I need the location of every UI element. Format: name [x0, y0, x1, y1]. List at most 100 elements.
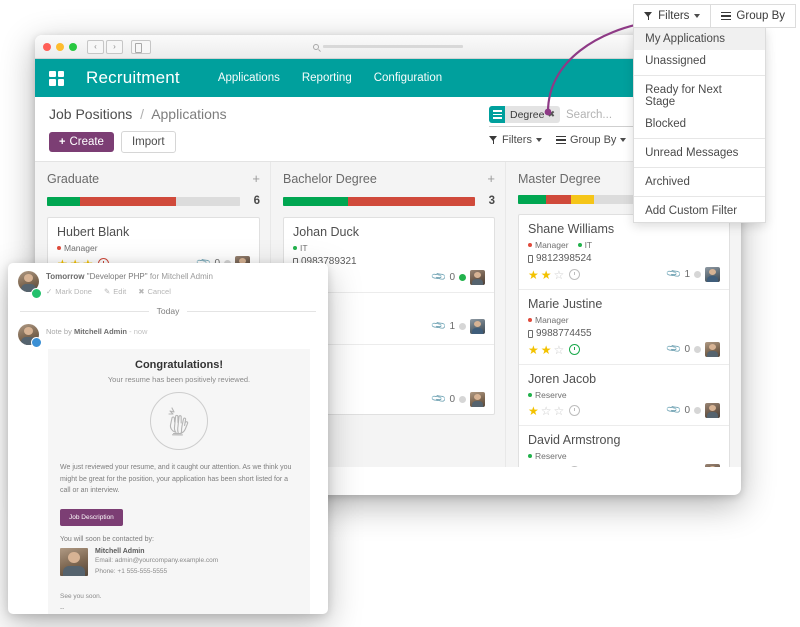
today-divider: Today: [8, 306, 328, 316]
minimize-window-icon[interactable]: [56, 43, 64, 51]
card-rating-stars[interactable]: ★ ★ ☆: [528, 269, 580, 281]
sidebar-toggle-icon[interactable]: [131, 40, 151, 54]
star-icon[interactable]: ★: [528, 344, 539, 356]
kanban-state-dot[interactable]: [694, 346, 701, 353]
star-icon[interactable]: ☆: [554, 466, 565, 468]
avatar[interactable]: [705, 342, 720, 357]
filters-button[interactable]: Filters: [489, 134, 542, 146]
activity-clock-icon[interactable]: [569, 269, 580, 280]
phone-icon: [528, 330, 533, 338]
filter-item-my-applications[interactable]: My Applications: [634, 28, 765, 50]
kanban-progress-bar[interactable]: [47, 197, 240, 206]
edit-activity-button[interactable]: ✎ Edit: [104, 287, 126, 296]
card-phone: 9988774455: [528, 328, 720, 339]
close-window-icon[interactable]: [43, 43, 51, 51]
kanban-card[interactable]: Marie Justine Manager 9988774455 ★: [519, 290, 729, 365]
note-ago: now: [134, 327, 148, 336]
note-meta: Note by Mitchell Admin - now: [46, 324, 147, 345]
kanban-card[interactable]: Joren Jacob Reserve ★ ☆ ☆: [519, 365, 729, 426]
card-rating-stars[interactable]: ★ ☆ ☆: [528, 466, 580, 468]
card-footer: ★ ☆ ☆ 📎 0: [528, 403, 720, 418]
activity-clock-icon[interactable]: [569, 466, 580, 467]
avatar[interactable]: [705, 267, 720, 282]
kanban-progress-bar[interactable]: [283, 197, 475, 206]
search-input[interactable]: Search...: [566, 109, 612, 121]
kanban-state-dot[interactable]: [694, 271, 701, 278]
kanban-state-dot[interactable]: [694, 407, 701, 414]
chatter-note-header: Note by Mitchell Admin - now: [8, 324, 328, 349]
add-record-icon[interactable]: +: [487, 172, 495, 185]
card-tags: Reserve: [528, 451, 720, 461]
avatar[interactable]: [705, 464, 720, 467]
cancel-activity-button[interactable]: ✖ Cancel: [138, 287, 171, 296]
star-icon[interactable]: ☆: [554, 405, 565, 417]
filter-item-unassigned[interactable]: Unassigned: [634, 50, 765, 72]
nav-item-configuration[interactable]: Configuration: [374, 72, 442, 84]
email-signoff: See you soon. -- The HR Team. Discover a…: [60, 591, 298, 614]
card-tags: IT: [293, 243, 485, 253]
card-footer: ★ ☆ ☆ 📎 0: [528, 464, 720, 467]
import-button[interactable]: Import: [121, 131, 176, 153]
avatar[interactable]: [470, 270, 485, 285]
group-by-icon: [489, 106, 505, 123]
kanban-state-dot[interactable]: [459, 274, 466, 281]
star-icon[interactable]: ☆: [541, 466, 552, 468]
menu-separator: [634, 196, 765, 197]
kanban-progress-row: 6: [47, 195, 260, 207]
divider-line: [20, 311, 149, 312]
activity-clock-icon[interactable]: [569, 344, 580, 355]
nav-item-reporting[interactable]: Reporting: [302, 72, 352, 84]
card-attachment-count: 0: [684, 344, 690, 355]
star-icon[interactable]: ★: [541, 269, 552, 281]
search-facet-degree[interactable]: Degree ✖: [489, 106, 560, 123]
filters-button-label: Filters: [502, 134, 532, 146]
card-applicant-name: David Armstrong: [528, 433, 720, 447]
filter-item-ready-for-next-stage[interactable]: Ready for Next Stage: [634, 79, 765, 113]
job-description-button[interactable]: Job Description: [60, 509, 123, 526]
menu-separator: [634, 138, 765, 139]
star-icon[interactable]: ★: [528, 466, 539, 468]
card-rating-stars[interactable]: ★ ★ ☆: [528, 344, 580, 356]
avatar[interactable]: [470, 319, 485, 334]
star-icon[interactable]: ☆: [554, 344, 565, 356]
apps-grid-icon[interactable]: [49, 71, 64, 86]
card-tag: Reserve: [528, 451, 567, 461]
chatter-popup: Tomorrow "Developer PHP" for Mitchell Ad…: [8, 263, 328, 614]
breadcrumb-applications: Applications: [151, 106, 227, 122]
card-rating-stars[interactable]: ★ ☆ ☆: [528, 405, 580, 417]
filter-item-archived[interactable]: Archived: [634, 171, 765, 193]
kanban-card[interactable]: David Armstrong Reserve ★ ☆ ☆: [519, 426, 729, 467]
card-tag-label: Reserve: [535, 390, 567, 400]
kanban-card[interactable]: Shane Williams Manager IT 981239: [519, 215, 729, 290]
star-icon[interactable]: ☆: [541, 405, 552, 417]
attachment-icon: 📎: [666, 463, 683, 467]
kanban-state-dot[interactable]: [459, 396, 466, 403]
add-record-icon[interactable]: +: [252, 172, 260, 185]
group-by-button[interactable]: Group By: [556, 134, 626, 146]
forward-button[interactable]: ›: [106, 40, 123, 54]
avatar[interactable]: [470, 392, 485, 407]
group-by-tab[interactable]: Group By: [711, 4, 796, 28]
activity-clock-icon[interactable]: [569, 405, 580, 416]
mark-done-button[interactable]: ✓ Mark Done: [46, 287, 92, 296]
close-icon[interactable]: ✖: [547, 109, 560, 120]
address-bar[interactable]: [313, 40, 463, 53]
filters-menu: My Applications Unassigned Ready for Nex…: [633, 28, 766, 223]
filter-item-add-custom-filter[interactable]: Add Custom Filter: [634, 200, 765, 222]
star-icon[interactable]: ★: [528, 269, 539, 281]
star-icon[interactable]: ☆: [554, 269, 565, 281]
kanban-state-dot[interactable]: [459, 323, 466, 330]
pencil-icon: ✎: [104, 287, 110, 296]
back-button[interactable]: ‹: [87, 40, 104, 54]
star-icon[interactable]: ★: [541, 344, 552, 356]
avatar[interactable]: [705, 403, 720, 418]
maximize-window-icon[interactable]: [69, 43, 77, 51]
group-by-button-label: Group By: [570, 134, 616, 146]
breadcrumb-job-positions[interactable]: Job Positions: [49, 106, 132, 122]
filter-item-unread-messages[interactable]: Unread Messages: [634, 142, 765, 164]
nav-item-applications[interactable]: Applications: [218, 72, 280, 84]
filters-tab[interactable]: Filters: [633, 4, 711, 28]
create-button[interactable]: + Create: [49, 132, 114, 152]
star-icon[interactable]: ★: [528, 405, 539, 417]
filter-item-blocked[interactable]: Blocked: [634, 113, 765, 135]
